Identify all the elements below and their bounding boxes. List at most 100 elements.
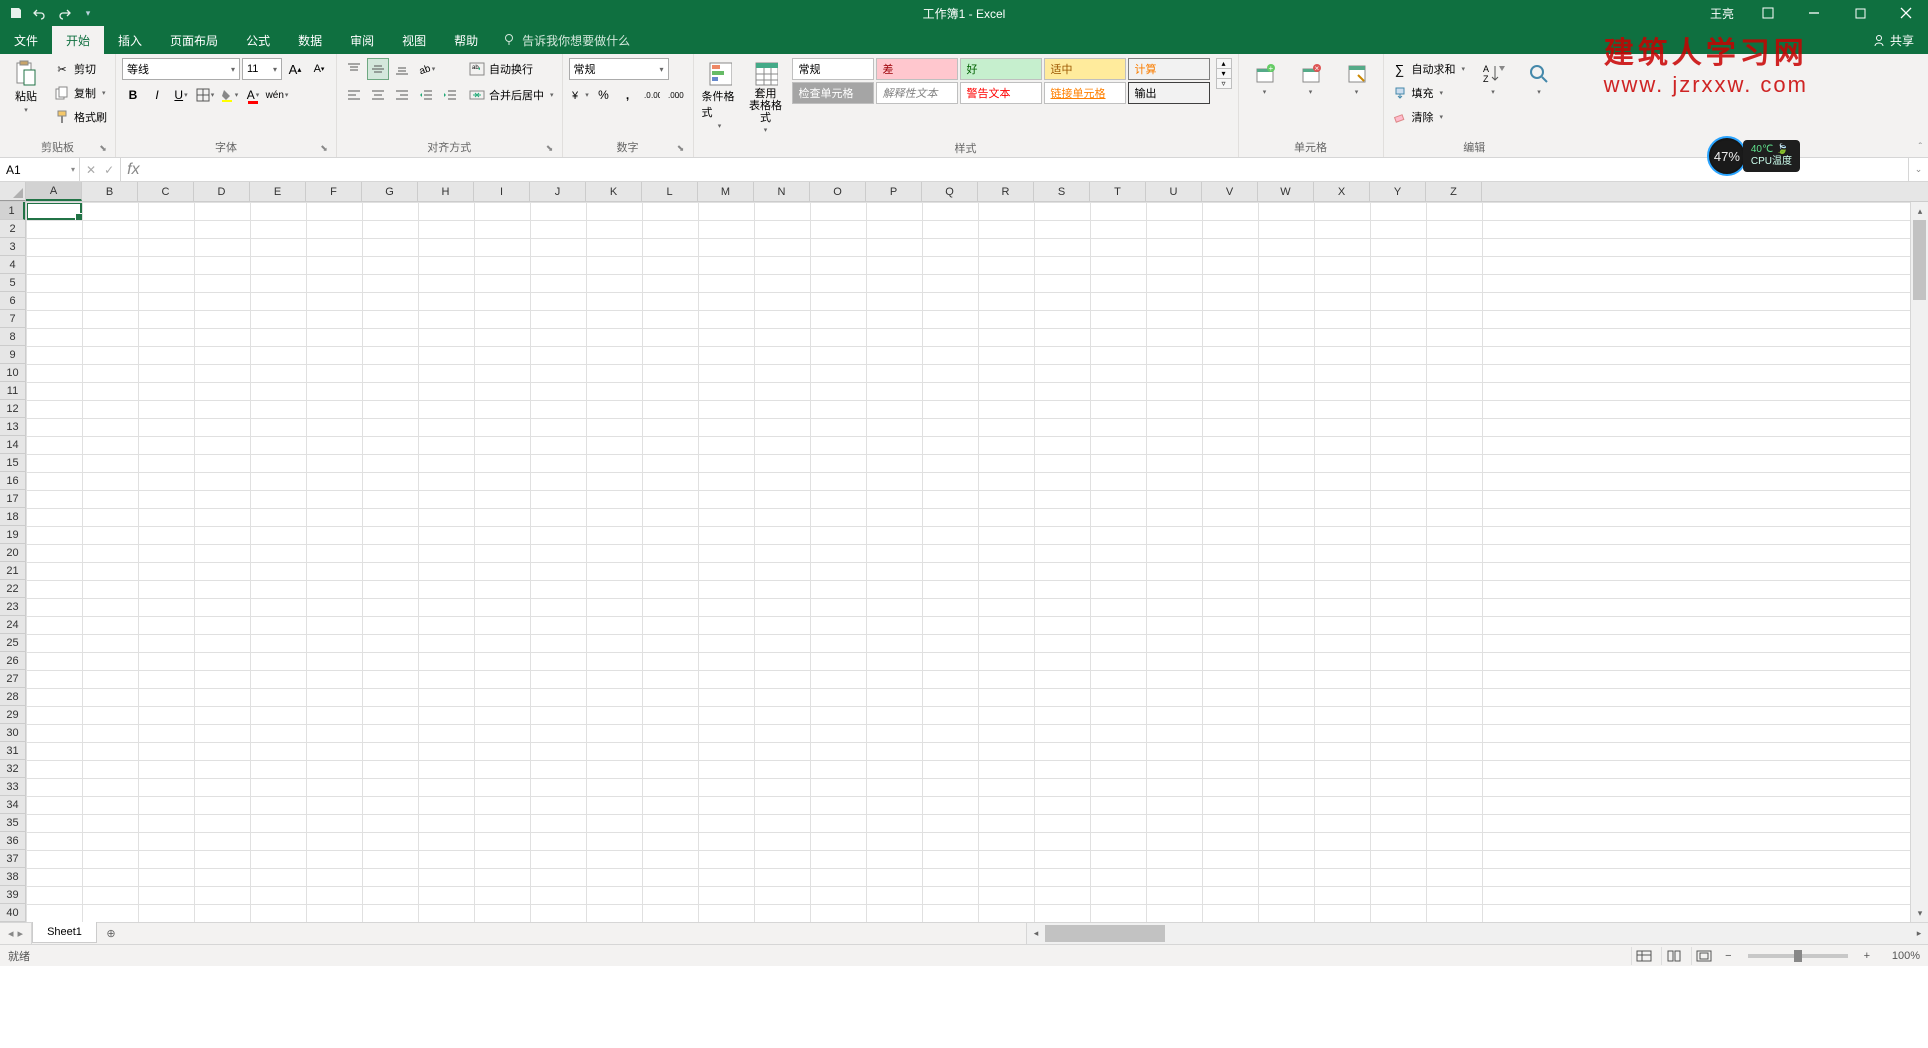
clear-button[interactable]: 清除▾ bbox=[1390, 106, 1468, 128]
phonetic-button[interactable]: wén▾ bbox=[266, 84, 288, 106]
row-header[interactable]: 25 bbox=[0, 634, 25, 652]
border-button[interactable]: ▾ bbox=[194, 84, 216, 106]
minimize-icon[interactable] bbox=[1792, 0, 1836, 26]
column-header[interactable]: Y bbox=[1370, 182, 1426, 201]
number-format-combo[interactable]: 常规▾ bbox=[569, 58, 669, 80]
row-header[interactable]: 40 bbox=[0, 904, 25, 922]
close-icon[interactable] bbox=[1884, 0, 1928, 26]
style-explain[interactable]: 解释性文本 bbox=[876, 82, 958, 104]
tab-review[interactable]: 审阅 bbox=[336, 26, 388, 54]
sheet-prev-icon[interactable]: ◂ bbox=[8, 927, 14, 940]
format-painter-button[interactable]: 格式刷 bbox=[52, 106, 109, 128]
tab-home[interactable]: 开始 bbox=[52, 26, 104, 54]
sheet-next-icon[interactable]: ▸ bbox=[18, 927, 24, 940]
row-header[interactable]: 28 bbox=[0, 688, 25, 706]
align-left-icon[interactable] bbox=[343, 84, 365, 106]
maximize-icon[interactable] bbox=[1838, 0, 1882, 26]
row-header[interactable]: 6 bbox=[0, 292, 25, 310]
tab-view[interactable]: 视图 bbox=[388, 26, 440, 54]
column-header[interactable]: Z bbox=[1426, 182, 1482, 201]
wrap-text-button[interactable]: ab自动换行 bbox=[467, 58, 556, 80]
style-neutral[interactable]: 适中 bbox=[1044, 58, 1126, 80]
column-header[interactable]: Q bbox=[922, 182, 978, 201]
column-header[interactable]: S bbox=[1034, 182, 1090, 201]
row-header[interactable]: 21 bbox=[0, 562, 25, 580]
select-all-corner[interactable] bbox=[0, 182, 26, 201]
row-header[interactable]: 11 bbox=[0, 382, 25, 400]
cut-button[interactable]: ✂剪切 bbox=[52, 58, 109, 80]
find-select-button[interactable]: ▾ bbox=[1519, 58, 1559, 100]
row-header[interactable]: 34 bbox=[0, 796, 25, 814]
column-header[interactable]: F bbox=[306, 182, 362, 201]
share-button[interactable]: 共享 bbox=[1858, 26, 1928, 54]
align-launcher-icon[interactable]: ⬊ bbox=[544, 143, 556, 155]
tab-file[interactable]: 文件 bbox=[0, 26, 52, 54]
tab-layout[interactable]: 页面布局 bbox=[156, 26, 232, 54]
paste-button[interactable]: 粘贴 ▾ bbox=[6, 58, 46, 118]
qat-customize-icon[interactable]: ▾ bbox=[80, 5, 96, 21]
align-bottom-icon[interactable] bbox=[391, 58, 413, 80]
row-header[interactable]: 12 bbox=[0, 400, 25, 418]
style-good[interactable]: 好 bbox=[960, 58, 1042, 80]
format-as-table-button[interactable]: 套用 表格格式▾ bbox=[746, 58, 786, 138]
align-center-icon[interactable] bbox=[367, 84, 389, 106]
row-header[interactable]: 31 bbox=[0, 742, 25, 760]
tab-insert[interactable]: 插入 bbox=[104, 26, 156, 54]
column-header[interactable]: W bbox=[1258, 182, 1314, 201]
underline-button[interactable]: U▾ bbox=[170, 84, 192, 106]
style-bad[interactable]: 差 bbox=[876, 58, 958, 80]
add-sheet-button[interactable]: ⊕ bbox=[97, 923, 125, 944]
row-header[interactable]: 27 bbox=[0, 670, 25, 688]
zoom-in-button[interactable]: + bbox=[1860, 950, 1874, 962]
sheet-tab-1[interactable]: Sheet1 bbox=[32, 922, 97, 943]
cells-area[interactable] bbox=[26, 202, 1910, 922]
user-name[interactable]: 王亮 bbox=[1700, 5, 1744, 22]
decrease-font-icon[interactable]: A▾ bbox=[308, 58, 330, 80]
style-warn[interactable]: 警告文本 bbox=[960, 82, 1042, 104]
font-launcher-icon[interactable]: ⬊ bbox=[318, 143, 330, 155]
gallery-down-icon[interactable]: ▾ bbox=[1217, 69, 1231, 79]
column-header[interactable]: K bbox=[586, 182, 642, 201]
row-header[interactable]: 35 bbox=[0, 814, 25, 832]
row-header[interactable]: 30 bbox=[0, 724, 25, 742]
zoom-out-button[interactable]: − bbox=[1721, 950, 1735, 962]
row-header[interactable]: 13 bbox=[0, 418, 25, 436]
row-header[interactable]: 26 bbox=[0, 652, 25, 670]
conditional-format-button[interactable]: 条件格式▾ bbox=[700, 58, 740, 134]
undo-icon[interactable] bbox=[32, 5, 48, 21]
column-header[interactable]: M bbox=[698, 182, 754, 201]
tab-data[interactable]: 数据 bbox=[284, 26, 336, 54]
cancel-formula-icon[interactable]: ✕ bbox=[86, 163, 96, 177]
column-header[interactable]: I bbox=[474, 182, 530, 201]
tell-me-search[interactable]: 告诉我你想要做什么 bbox=[492, 26, 640, 54]
row-header[interactable]: 7 bbox=[0, 310, 25, 328]
row-header[interactable]: 23 bbox=[0, 598, 25, 616]
font-color-button[interactable]: A▾ bbox=[242, 84, 264, 106]
align-right-icon[interactable] bbox=[391, 84, 413, 106]
number-launcher-icon[interactable]: ⬊ bbox=[675, 143, 687, 155]
tab-formulas[interactable]: 公式 bbox=[232, 26, 284, 54]
align-top-icon[interactable] bbox=[343, 58, 365, 80]
row-header[interactable]: 2 bbox=[0, 220, 25, 238]
vscroll-thumb[interactable] bbox=[1913, 220, 1926, 300]
row-header[interactable]: 4 bbox=[0, 256, 25, 274]
row-header[interactable]: 15 bbox=[0, 454, 25, 472]
row-header[interactable]: 20 bbox=[0, 544, 25, 562]
italic-button[interactable]: I bbox=[146, 84, 168, 106]
row-header[interactable]: 5 bbox=[0, 274, 25, 292]
autosum-button[interactable]: ∑自动求和▾ bbox=[1390, 58, 1468, 80]
row-header[interactable]: 8 bbox=[0, 328, 25, 346]
percent-format-icon[interactable]: % bbox=[593, 84, 615, 106]
save-icon[interactable] bbox=[8, 5, 24, 21]
font-name-combo[interactable]: 等线▾ bbox=[122, 58, 240, 80]
row-header[interactable]: 3 bbox=[0, 238, 25, 256]
style-normal[interactable]: 常规 bbox=[792, 58, 874, 80]
row-header[interactable]: 19 bbox=[0, 526, 25, 544]
row-header[interactable]: 24 bbox=[0, 616, 25, 634]
increase-font-icon[interactable]: A▴ bbox=[284, 58, 306, 80]
row-header[interactable]: 38 bbox=[0, 868, 25, 886]
font-size-combo[interactable]: 11▾ bbox=[242, 58, 282, 80]
scroll-left-icon[interactable]: ◂ bbox=[1027, 925, 1045, 943]
column-header[interactable]: P bbox=[866, 182, 922, 201]
row-header[interactable]: 39 bbox=[0, 886, 25, 904]
